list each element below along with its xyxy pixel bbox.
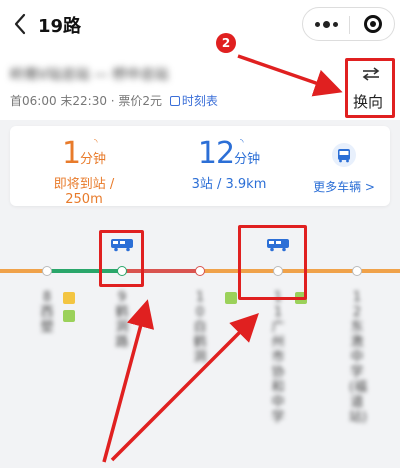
more-button[interactable] [303, 8, 349, 40]
metro-badge [225, 292, 237, 304]
second-bus-eta[interactable]: 12分钟 ◝ 3站 / 3.9km [174, 136, 284, 192]
stop-label[interactable]: 9鹤洞路 [114, 290, 130, 350]
stop-dot[interactable] [195, 266, 205, 276]
more-dots-icon [314, 21, 320, 27]
calendar-icon [169, 96, 180, 106]
metro-badge [63, 310, 75, 322]
more-buses-label: 更多车辆 > [313, 180, 375, 194]
stop-label[interactable]: 10白鹤洞 [192, 290, 208, 365]
arrival-card: 1分钟 ◝ 即将到站 / 250m 12分钟 ◝ 3站 / 3.9km 更多车辆… [10, 126, 390, 207]
timetable-label: 时刻表 [181, 94, 218, 108]
second-bus-detail: 3站 / 3.9km [191, 177, 267, 192]
chevron-left-icon [14, 13, 26, 35]
back-button[interactable] [6, 10, 34, 38]
step-number-badge: 2 [216, 33, 236, 53]
signal-icon: ◝ [240, 138, 244, 148]
close-miniprogram-button[interactable] [350, 8, 395, 40]
first-bus-minutes: 1 [61, 136, 81, 171]
swap-icon [362, 67, 380, 81]
page-title: 19路 [38, 16, 82, 37]
stop-dot[interactable] [352, 266, 362, 276]
target-icon [363, 15, 382, 33]
route-schedule: 首06:00 末22:30 · 票价2元 时刻表 [10, 92, 218, 109]
route-header: 岭南V站总站 — 桥中总站 首06:00 末22:30 · 票价2元 时刻表 换… [0, 50, 400, 120]
second-bus-unit: 分钟 [234, 152, 261, 167]
metro-badge [63, 292, 75, 304]
nav-bar: 19路 [0, 0, 400, 50]
timetable-link[interactable]: 时刻表 [169, 94, 218, 108]
switch-direction-label: 换向 [353, 93, 384, 111]
stop-dot[interactable] [42, 266, 52, 276]
stop-label[interactable]: 12东漖中学(福道站) [349, 290, 367, 425]
switch-direction-button[interactable]: 换向 [345, 58, 395, 118]
stop-label[interactable]: 11广州市协和中学 [270, 290, 286, 425]
line-segment-passed [0, 269, 48, 273]
miniprogram-capsule [302, 7, 395, 41]
highlight-box [99, 230, 144, 287]
first-bus-detail: 即将到站 / 250m [53, 177, 115, 207]
route-line-diagram: 8西塱 9鹤洞路 10白鹤洞 11广州市协和中学 12东漖中学(福道站) [0, 210, 400, 468]
more-buses-button[interactable]: 更多车辆 > [304, 142, 384, 195]
signal-icon: ◝ [94, 138, 98, 148]
route-name: 岭南V站总站 — 桥中总站 [10, 67, 169, 83]
schedule-text: 首06:00 末22:30 · 票价2元 [10, 94, 163, 108]
first-bus-eta[interactable]: 1分钟 ◝ 即将到站 / 250m [34, 136, 134, 207]
highlight-box [238, 225, 307, 300]
stop-label[interactable]: 8西塱 [39, 290, 55, 335]
bus-icon [332, 143, 356, 167]
second-bus-minutes: 12 [197, 136, 235, 171]
first-bus-unit: 分钟 [80, 152, 107, 167]
